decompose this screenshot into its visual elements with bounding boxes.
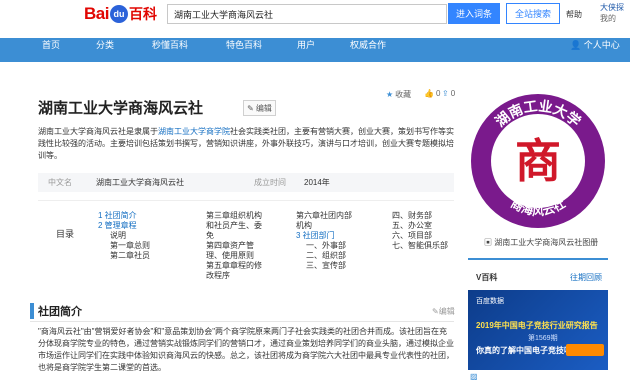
nav-category[interactable]: 分类 (96, 38, 114, 62)
ad-action-button[interactable] (566, 344, 604, 356)
toc-item[interactable]: 理、使用原则 (206, 251, 262, 261)
album-caption-link[interactable]: ▣ 湖南工业大学商海风云社图册 (484, 237, 598, 248)
info-key-name: 中文名 (48, 178, 72, 187)
nav-featured[interactable]: 特色百科 (226, 38, 262, 62)
section-divider (30, 321, 454, 322)
edit-label: 编辑 (255, 103, 272, 113)
section-edit-label: 编辑 (438, 307, 455, 316)
toc-item[interactable]: 二、组织部 (296, 251, 352, 261)
user-menu-link[interactable]: 我的 (600, 13, 616, 24)
toc-item[interactable]: 和社员产生、委 (206, 221, 262, 231)
toc-item[interactable]: 第五章章程的修 (206, 261, 262, 271)
baidu-baike-logo[interactable]: Bai du 百科 (84, 3, 157, 25)
main-nav: 首页 分类 秒懂百科 特色百科 用户 权威合作 👤 个人中心 (0, 38, 630, 62)
share-count: 0 (450, 89, 456, 98)
entry-title: 湖南工业大学商海风云社 (38, 100, 204, 117)
user-center-label: 个人中心 (583, 40, 620, 50)
toc-column-3: 第六章社团内部 机构 3 社团部门 一、外事部 二、组织部 三、宣传部 (296, 211, 352, 271)
logo-bai: Bai (84, 4, 109, 23)
toc-item[interactable]: 1 社团简介 (98, 211, 150, 221)
vbaike-header: V百科 往期回顾 (468, 258, 608, 288)
section-marker (30, 303, 34, 319)
toc-item[interactable]: 三、宣传部 (296, 261, 352, 271)
table-of-contents: 目录 1 社团简介 2 管理章程 说明 第一章总则 第二章社员 第三章组织机构 … (38, 200, 454, 280)
logo-baike: 百科 (128, 6, 157, 22)
share-button[interactable]: ⇪ 0 (442, 89, 455, 98)
person-icon: 👤 (570, 40, 584, 50)
toc-item[interactable]: 改程序 (206, 271, 262, 281)
basic-info-box: 中文名 湖南工业大学商海风云社 成立时间 2014年 (38, 173, 454, 192)
toc-item[interactable]: 第三章组织机构 (206, 211, 262, 221)
pencil-icon: ✎ (247, 103, 254, 113)
nav-user[interactable]: 用户 (297, 38, 315, 62)
vbaike-more-link[interactable]: 往期回顾 (570, 272, 602, 283)
nav-authority[interactable]: 权威合作 (350, 38, 386, 62)
ad-brand: 百度数据 (476, 298, 504, 305)
section-edit-button[interactable]: ✎编辑 (432, 306, 455, 317)
toc-item[interactable]: 第二章社员 (98, 251, 150, 261)
toc-item[interactable]: 五、办公室 (392, 221, 448, 231)
info-value-name: 湖南工业大学商海风云社 (96, 178, 184, 187)
section-body: "商海风云社"由"营销爱好者协会"和"意品策划协会"两个商学院原来两门子社会实践… (38, 327, 454, 372)
ad-title: 2019年中国电子竞技行业研究报告 (476, 321, 598, 330)
section-title: 社团简介 (38, 306, 82, 318)
page: Bai du 百科 进入词条 全站搜索 帮助 大侠探 我的 首页 分类 秒懂百科… (0, 0, 630, 382)
image-icon: ▨ (470, 372, 478, 381)
toc-label: 目录 (56, 229, 75, 239)
help-link[interactable]: 帮助 (566, 9, 582, 20)
info-value-founded: 2014年 (304, 178, 330, 187)
user-name-link[interactable]: 大侠探 (600, 2, 624, 13)
album-caption-label: 湖南工业大学商海风云社图册 (494, 238, 599, 247)
ad-issue: 第1569期 (528, 335, 558, 342)
toc-item[interactable]: 六、项目部 (392, 231, 448, 241)
toc-item[interactable]: 七、智能俱乐部 (392, 241, 448, 251)
vbaike-label: V百科 (476, 273, 498, 282)
toc-item[interactable]: 免 (206, 231, 262, 241)
summary-before: 湖南工业大学商海风云社是隶属于 (38, 127, 158, 136)
enter-entry-button[interactable]: 进入词条 (448, 3, 500, 24)
nav-home[interactable]: 首页 (42, 38, 60, 62)
album-icon: ▣ (484, 238, 495, 247)
nav-second-baike[interactable]: 秒懂百科 (152, 38, 188, 62)
pencil-icon: ✎ (432, 307, 439, 316)
toc-item[interactable]: 第一章总则 (98, 241, 150, 251)
collect-button[interactable]: ★ 收藏 (386, 89, 411, 100)
user-center-link[interactable]: 👤 个人中心 (570, 38, 620, 62)
school-link[interactable]: 湖南工业大学商学院 (158, 127, 230, 136)
edit-entry-button[interactable]: ✎ 编辑 (243, 100, 276, 116)
share-icon: ⇪ (442, 89, 449, 98)
toc-item[interactable]: 机构 (296, 221, 352, 231)
toc-column-1: 1 社团简介 2 管理章程 说明 第一章总则 第二章社员 (98, 211, 150, 261)
toc-item[interactable]: 第四章资产管 (206, 241, 262, 251)
thumbs-up-icon: 👍 (424, 89, 434, 98)
toc-item[interactable]: 说明 (98, 231, 150, 241)
toc-column-2: 第三章组织机构 和社员产生、委 免 第四章资产管 理、使用原则 第五章章程的修 … (206, 211, 262, 281)
star-icon: ★ (386, 90, 394, 99)
club-logo-image[interactable]: 湖南工业大学 商海风云社 商 (468, 91, 608, 231)
toc-item[interactable]: 四、财务部 (392, 211, 448, 221)
info-key-founded: 成立时间 (254, 178, 286, 187)
entry-summary: 湖南工业大学商海风云社是隶属于湖南工业大学商学院社会实践类社团，主要有营销大赛，… (38, 126, 454, 162)
logo-character: 商 (515, 134, 561, 188)
ad-question: 你真的了解中国电子竞技吗? (476, 346, 577, 355)
toc-column-4: 四、财务部 五、办公室 六、项目部 七、智能俱乐部 (392, 211, 448, 251)
toc-item[interactable]: 第六章社团内部 (296, 211, 352, 221)
paw-icon: du (109, 5, 128, 23)
top-header: Bai du 百科 进入词条 全站搜索 帮助 大侠探 我的 (0, 0, 630, 38)
report-banner[interactable]: 百度数据 2019年中国电子竞技行业研究报告 第1569期 你真的了解中国电子竞… (468, 290, 608, 370)
search-input[interactable] (167, 4, 447, 24)
toc-item[interactable]: 2 管理章程 (98, 221, 150, 231)
like-button[interactable]: 👍 0 (424, 89, 440, 98)
like-count: 0 (435, 89, 441, 98)
toc-item[interactable]: 一、外事部 (296, 241, 352, 251)
toc-item[interactable]: 3 社团部门 (296, 231, 352, 241)
collect-label: 收藏 (395, 90, 412, 99)
site-search-button[interactable]: 全站搜索 (506, 3, 560, 24)
